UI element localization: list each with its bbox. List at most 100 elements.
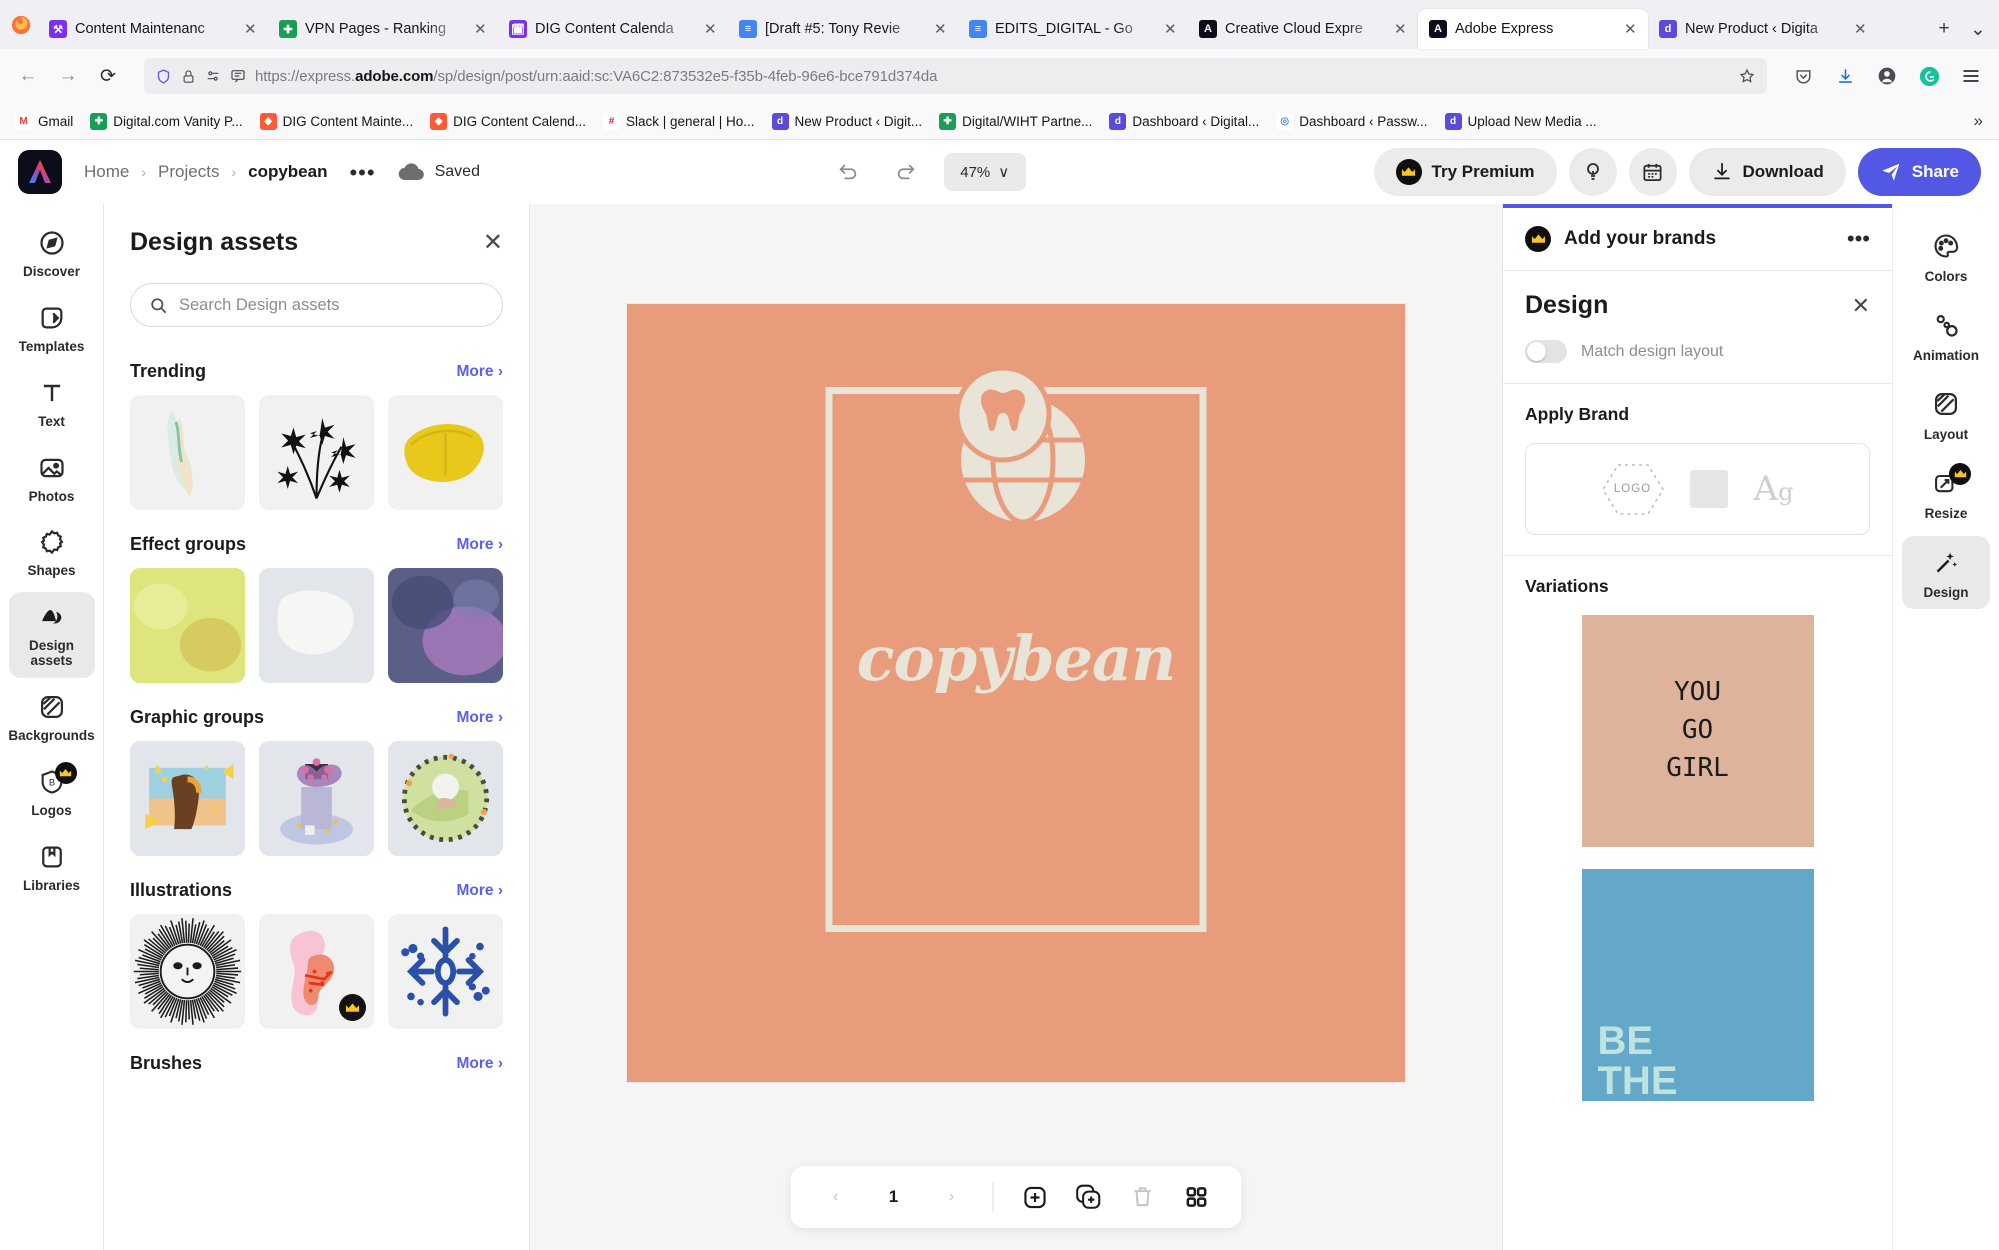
account-icon[interactable] bbox=[1869, 58, 1905, 94]
more-link[interactable]: More › bbox=[457, 709, 504, 727]
sun-face-thumb[interactable] bbox=[130, 914, 245, 1029]
undo-button[interactable] bbox=[828, 152, 868, 192]
design-canvas[interactable]: copybean bbox=[627, 304, 1405, 1082]
browser-tab[interactable]: A Creative Cloud Expre ✕ bbox=[1188, 9, 1418, 49]
adobe-express-logo-icon[interactable] bbox=[18, 150, 62, 194]
circle-wreath-thumb[interactable] bbox=[388, 741, 503, 856]
list-all-tabs-button[interactable]: ⌄ bbox=[1961, 12, 1995, 46]
browser-tab[interactable]: ⚒ Content Maintenanc ✕ bbox=[38, 9, 268, 49]
redo-button[interactable] bbox=[886, 152, 926, 192]
download-button[interactable]: Download bbox=[1688, 148, 1846, 196]
bookmarks-overflow-button[interactable]: » bbox=[1966, 111, 1991, 131]
grammarly-icon[interactable] bbox=[1911, 58, 1947, 94]
ideas-button[interactable] bbox=[1568, 148, 1617, 196]
close-icon[interactable]: ✕ bbox=[1854, 22, 1870, 37]
pocket-icon[interactable] bbox=[1785, 58, 1821, 94]
close-icon[interactable]: ✕ bbox=[483, 230, 503, 255]
right-rail-item-design[interactable]: Design bbox=[1902, 536, 1990, 609]
sidebar-item-discover[interactable]: Discover bbox=[9, 218, 95, 289]
design-assets-sections[interactable]: Trending More › Effect groups More › Graphic… bbox=[104, 337, 529, 1250]
bookmark-item[interactable]: ◎ Dashboard ‹ Passw... bbox=[1269, 109, 1434, 134]
black-flowers-thumb[interactable] bbox=[259, 395, 374, 510]
more-link[interactable]: More › bbox=[457, 882, 504, 900]
back-button[interactable]: ← bbox=[10, 58, 46, 94]
bookmark-star-icon[interactable] bbox=[1738, 67, 1756, 85]
reader-view-icon[interactable] bbox=[230, 68, 246, 84]
project-more-options-button[interactable]: ••• bbox=[349, 161, 375, 183]
snowflake-thumb[interactable] bbox=[388, 914, 503, 1029]
next-page-button[interactable]: › bbox=[929, 1174, 975, 1220]
sidebar-item-libraries[interactable]: Libraries bbox=[9, 832, 95, 903]
brand-wordmark[interactable]: copybean bbox=[857, 622, 1177, 695]
bookmark-item[interactable]: # Slack | general | Ho... bbox=[596, 109, 762, 134]
close-icon[interactable]: ✕ bbox=[934, 22, 950, 37]
brand-preview-card[interactable]: LOGO Ag bbox=[1525, 443, 1870, 535]
browser-tab[interactable]: 🗓 DIG Content Calenda ✕ bbox=[498, 9, 728, 49]
breadcrumb-item-projects[interactable]: Projects bbox=[158, 162, 219, 182]
yellow-texture-thumb[interactable] bbox=[130, 568, 245, 683]
browser-tab[interactable]: A Adobe Express ✕ bbox=[1418, 9, 1648, 49]
browser-tab[interactable]: d New Product ‹ Digita ✕ bbox=[1648, 9, 1878, 49]
try-premium-button[interactable]: Try Premium bbox=[1373, 148, 1557, 196]
close-icon[interactable]: ✕ bbox=[1852, 294, 1870, 317]
address-bar[interactable]: https://express.adobe.com/sp/design/post… bbox=[144, 58, 1767, 94]
bookmark-item[interactable]: d New Product ‹ Digit... bbox=[765, 109, 930, 134]
close-icon[interactable]: ✕ bbox=[704, 22, 720, 37]
bookmark-item[interactable]: d Dashboard ‹ Digital... bbox=[1102, 109, 1266, 134]
browser-tab[interactable]: ≡ EDITS_DIGITAL - Go ✕ bbox=[958, 9, 1188, 49]
sidebar-item-logos[interactable]: B Logos bbox=[9, 757, 95, 828]
be-the-variation[interactable]: BE THE bbox=[1581, 869, 1814, 1101]
zoom-level-selector[interactable]: 47% ∨ bbox=[943, 153, 1026, 191]
shield-icon[interactable] bbox=[155, 68, 172, 85]
new-tab-button[interactable]: + bbox=[1927, 12, 1961, 46]
close-icon[interactable]: ✕ bbox=[244, 22, 260, 37]
right-rail-item-layout[interactable]: Layout bbox=[1902, 378, 1990, 451]
schedule-button[interactable] bbox=[1628, 148, 1677, 196]
bookmark-item[interactable]: ✚ Digital/WIHT Partne... bbox=[932, 109, 1099, 134]
bookmark-item[interactable]: M Gmail bbox=[8, 109, 80, 134]
pink-blob-thumb[interactable] bbox=[259, 914, 374, 1029]
breadcrumb-item-home[interactable]: Home bbox=[84, 162, 129, 182]
more-link[interactable]: More › bbox=[457, 1055, 504, 1073]
match-design-layout-row[interactable]: Match design layout bbox=[1525, 340, 1870, 363]
add-your-brands-banner[interactable]: Add your brands ••• bbox=[1503, 208, 1892, 271]
previous-page-button[interactable]: ‹ bbox=[813, 1174, 859, 1220]
yellow-leaf-thumb[interactable] bbox=[388, 395, 503, 510]
close-icon[interactable]: ✕ bbox=[1394, 22, 1410, 37]
bookmark-item[interactable]: ◆ DIG Content Calend... bbox=[423, 109, 593, 134]
browser-tab[interactable]: ≡ [Draft #5: Tony Revie ✕ bbox=[728, 9, 958, 49]
forward-button[interactable]: → bbox=[50, 58, 86, 94]
sidebar-item-design-assets[interactable]: Design assets bbox=[8, 592, 95, 678]
purple-texture-thumb[interactable] bbox=[388, 568, 503, 683]
sidebar-item-templates[interactable]: Templates bbox=[9, 293, 95, 364]
bookmark-item[interactable]: ◆ DIG Content Mainte... bbox=[253, 109, 421, 134]
reload-button[interactable]: ⟳ bbox=[90, 58, 126, 94]
share-button[interactable]: Share bbox=[1857, 148, 1981, 196]
person-flowers-thumb[interactable] bbox=[259, 741, 374, 856]
browser-tab[interactable]: ✚ VPN Pages - Ranking ✕ bbox=[268, 9, 498, 49]
breadcrumb-item-copybean[interactable]: copybean bbox=[248, 162, 327, 182]
white-texture-thumb[interactable] bbox=[259, 568, 374, 683]
add-page-button[interactable] bbox=[1012, 1174, 1058, 1220]
bookmark-item[interactable]: d Upload New Media ... bbox=[1438, 109, 1604, 134]
match-design-layout-toggle[interactable] bbox=[1525, 340, 1567, 363]
search-input[interactable]: Search Design assets bbox=[130, 283, 503, 327]
woman-frame-thumb[interactable] bbox=[130, 741, 245, 856]
canvas-area[interactable]: copybean ‹ 1 › bbox=[530, 204, 1502, 1250]
close-icon[interactable]: ✕ bbox=[1164, 22, 1180, 37]
sidebar-item-text[interactable]: Text bbox=[9, 368, 95, 439]
close-icon[interactable]: ✕ bbox=[1624, 22, 1640, 37]
app-menu-button[interactable] bbox=[1953, 58, 1989, 94]
right-rail-item-colors[interactable]: Colors bbox=[1902, 220, 1990, 293]
grid-view-button[interactable] bbox=[1174, 1174, 1220, 1220]
permissions-icon[interactable] bbox=[205, 68, 221, 84]
you-go-girl-variation[interactable]: YOU GO GIRL bbox=[1581, 615, 1814, 847]
more-link[interactable]: More › bbox=[457, 536, 504, 554]
close-icon[interactable]: ✕ bbox=[474, 22, 490, 37]
paint-smear-thumb[interactable] bbox=[130, 395, 245, 510]
right-rail-item-animation[interactable]: Animation bbox=[1902, 299, 1990, 372]
downloads-icon[interactable] bbox=[1827, 58, 1863, 94]
sidebar-item-backgrounds[interactable]: Backgrounds bbox=[8, 682, 95, 753]
right-rail-item-resize[interactable]: Resize bbox=[1902, 457, 1990, 530]
sidebar-item-photos[interactable]: Photos bbox=[9, 443, 95, 514]
